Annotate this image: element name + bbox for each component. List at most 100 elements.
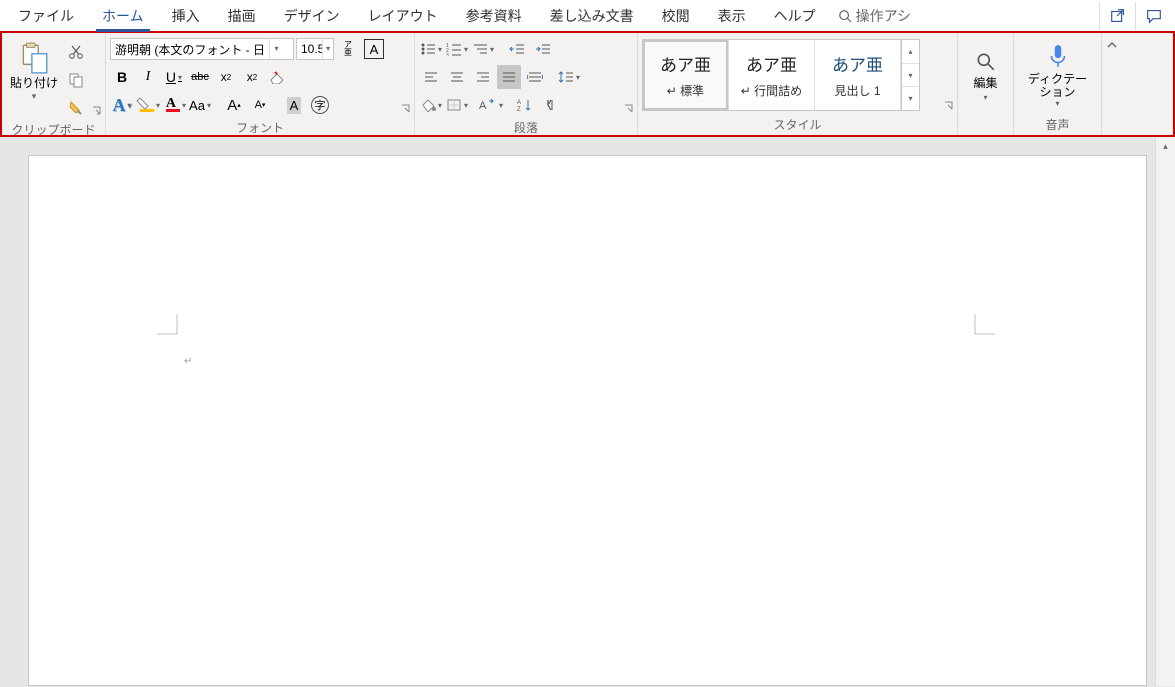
superscript-button[interactable]: x2 [240,65,264,89]
distribute-icon [527,70,543,84]
chevron-up-icon [1106,39,1118,51]
align-right-icon [475,70,491,84]
group-voice: ディクテー ション ▾ 音声 [1014,33,1102,135]
scroll-up-button[interactable]: ▴ [1156,137,1175,155]
tell-me-search[interactable]: 操作アシ [830,6,919,26]
gallery-up[interactable]: ▴ [902,40,919,64]
style-no-spacing[interactable]: あア亜 ↵ 行間詰め [729,40,815,110]
bold-button[interactable]: B [110,65,134,89]
tabs-bar: ファイル ホーム 挿入 描画 デザイン レイアウト 参考資料 差し込み文書 校閲… [0,0,1175,32]
asian-layout-icon: A [479,98,497,112]
clear-format-button[interactable] [266,65,290,89]
justify-button[interactable] [497,65,521,89]
paragraph-mark: ↵ [184,356,192,367]
bullets-button[interactable] [419,37,443,61]
mic-icon [1047,43,1069,69]
comment-icon [1145,7,1163,25]
tab-design[interactable]: デザイン [270,0,354,31]
indent-icon [535,42,551,56]
ribbon: 貼り付け▾ クリップボード 游明朝 (本文のフォント - 日 ▾ [2,33,1173,135]
multilevel-button[interactable] [471,37,495,61]
style-heading1[interactable]: あア亜 見出し 1 [815,40,901,110]
sort-icon: AZ [517,98,533,112]
align-center-icon [449,70,465,84]
tab-mailings[interactable]: 差し込み文書 [536,0,648,31]
tab-draw[interactable]: 描画 [214,0,270,31]
group-editing: 編集▾ [958,33,1014,135]
style-gallery-spinner: ▴ ▾ ▾ [901,40,919,110]
document-page[interactable]: ↵ [28,155,1147,686]
text-effects-button[interactable]: A [110,93,134,117]
margin-corner-top-right [965,314,995,344]
group-styles: あア亜 ↵ 標準 あア亜 ↵ 行間詰め あア亜 見出し 1 ▴ ▾ ▾ [638,33,958,135]
character-border-button[interactable]: A [362,37,386,61]
shrink-font-button[interactable]: A▾ [248,93,272,117]
line-spacing-button[interactable] [557,65,581,89]
clipboard-dialog-launcher[interactable] [90,104,104,118]
line-spacing-icon [558,70,574,84]
italic-button[interactable]: I [136,65,160,89]
font-name-dropdown[interactable]: ▾ [269,39,283,59]
font-size-dropdown[interactable]: ▾ [322,39,333,59]
align-left-button[interactable] [419,65,443,89]
decrease-indent-button[interactable] [505,37,529,61]
editing-button[interactable]: 編集▾ [959,51,1013,103]
tab-layout[interactable]: レイアウト [354,0,452,31]
char-border-icon: A [364,39,384,59]
align-right-button[interactable] [471,65,495,89]
group-paragraph: 123 A AZ [415,33,638,135]
numbering-button[interactable]: 123 [445,37,469,61]
show-marks-button[interactable] [539,93,563,117]
style-name: 見出し 1 [834,82,880,99]
share-button[interactable] [1099,2,1135,30]
tab-home[interactable]: ホーム [88,0,158,31]
align-center-button[interactable] [445,65,469,89]
vertical-scrollbar[interactable]: ▴ [1155,137,1175,686]
numbering-icon: 123 [446,42,462,56]
justify-icon [501,70,517,84]
copy-icon [68,72,84,88]
comments-button[interactable] [1135,2,1171,30]
margin-corner-top-left [157,314,187,344]
dictate-button[interactable]: ディクテー ション ▾ [1018,43,1098,108]
font-size-combo[interactable]: 10.5 ▾ [296,38,334,60]
style-normal[interactable]: あア亜 ↵ 標準 [643,40,729,110]
tab-insert[interactable]: 挿入 [158,0,214,31]
font-color-button[interactable]: A [162,93,186,117]
increase-indent-button[interactable] [531,37,555,61]
styles-dialog-launcher[interactable] [942,99,956,113]
format-painter-button[interactable] [64,97,88,119]
collapse-ribbon-button[interactable] [1102,33,1122,135]
shading-button[interactable] [419,93,443,117]
cut-button[interactable] [64,41,88,63]
strikethrough-button[interactable]: abc [188,65,212,89]
tab-references[interactable]: 参考資料 [452,0,536,31]
svg-text:A: A [517,100,521,106]
phonetic-guide-button[interactable]: ア亜 [336,37,360,61]
underline-button[interactable]: U [162,65,186,89]
gallery-more[interactable]: ▾ [902,87,919,110]
borders-button[interactable] [445,93,469,117]
paragraph-dialog-launcher[interactable] [622,102,636,116]
distribute-button[interactable] [523,65,547,89]
copy-button[interactable] [64,69,88,91]
paste-button[interactable]: 貼り付け▾ [6,37,62,102]
font-name-combo[interactable]: 游明朝 (本文のフォント - 日 ▾ [110,38,294,60]
tab-file[interactable]: ファイル [4,0,88,31]
tab-review[interactable]: 校閲 [648,0,704,31]
subscript-button[interactable]: x2 [214,65,238,89]
svg-text:A: A [479,100,487,112]
char-shading-button[interactable]: A [282,93,306,117]
font-name-value: 游明朝 (本文のフォント - 日 [111,41,269,58]
tab-view[interactable]: 表示 [704,0,760,31]
font-dialog-launcher[interactable] [399,102,413,116]
dictate-label: ディクテー ション [1028,73,1087,99]
sort-button[interactable]: AZ [513,93,537,117]
highlight-button[interactable] [136,93,160,117]
grow-font-button[interactable]: A▴ [222,93,246,117]
enclose-char-button[interactable]: 字 [308,93,332,117]
gallery-down[interactable]: ▾ [902,64,919,88]
tab-help[interactable]: ヘルプ [760,0,830,31]
change-case-button[interactable]: Aa [188,93,212,117]
asian-layout-button[interactable]: A [479,93,503,117]
